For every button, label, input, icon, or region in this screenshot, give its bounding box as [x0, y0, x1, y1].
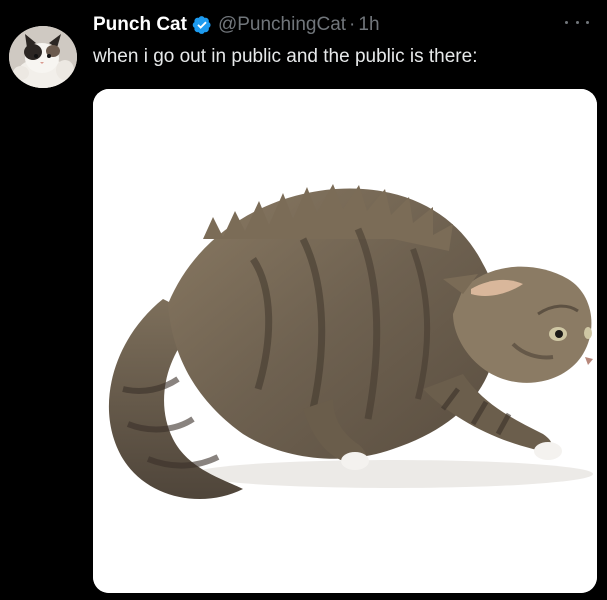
post-timestamp[interactable]: 1h	[358, 14, 379, 36]
avatar[interactable]	[9, 26, 77, 88]
tweet-media[interactable]	[93, 89, 597, 593]
user-handle[interactable]: @PunchingCat	[218, 14, 346, 36]
display-name[interactable]: Punch Cat	[93, 14, 187, 36]
scared-cat-image	[93, 89, 597, 593]
tweet-header: Punch Cat @PunchingCat · 1h	[93, 12, 380, 38]
tweet[interactable]: Punch Cat @PunchingCat · 1h when i go ou…	[0, 0, 607, 600]
tweet-text: when i go out in public and the public i…	[93, 46, 478, 67]
more-options-icon[interactable]	[565, 14, 589, 30]
avatar-cat-image	[9, 26, 77, 88]
verified-badge-icon	[192, 15, 212, 35]
separator-dot: ·	[349, 14, 356, 35]
